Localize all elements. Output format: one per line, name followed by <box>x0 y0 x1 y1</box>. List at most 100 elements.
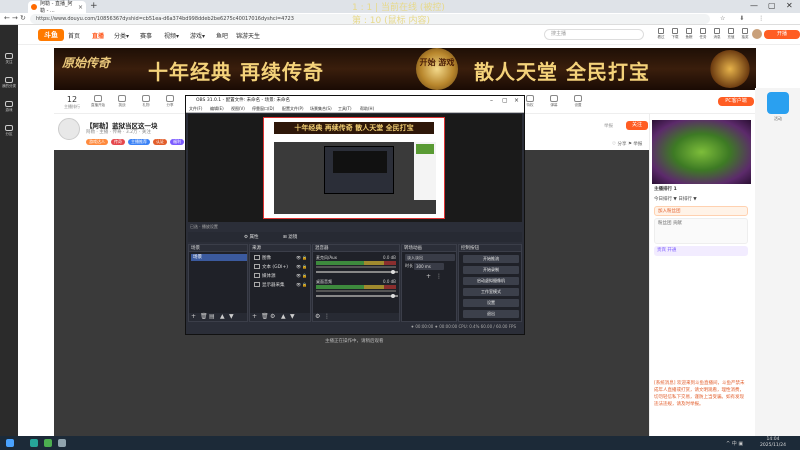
vip-card[interactable]: 贵宾 开通 <box>654 246 748 256</box>
properties-button[interactable]: ⚙ 属性 <box>244 234 258 240</box>
obs-control-button[interactable]: 退出 <box>463 310 519 318</box>
volume-knob[interactable] <box>391 270 395 274</box>
banner-start-emblem[interactable]: 开始 游戏 <box>416 48 458 90</box>
message-button[interactable]: 消息 <box>710 28 724 40</box>
obs-menu-item[interactable]: 场景集合(S) <box>310 106 332 112</box>
tab-close-icon[interactable]: × <box>78 4 83 11</box>
new-tab-button[interactable]: + <box>90 1 98 12</box>
obs-menu-item[interactable]: 工具(T) <box>338 106 352 112</box>
streamer-tag[interactable]: 游戏达人 <box>86 139 108 145</box>
delete-source-icon[interactable]: 🗑 <box>261 313 269 320</box>
scene-item[interactable]: 场景 <box>191 254 247 261</box>
share-report-links[interactable]: ♡ 分享 ⚑ 举报 <box>612 141 642 147</box>
room-tool-button[interactable]: 直播开始 <box>90 95 106 108</box>
obs-control-button[interactable]: 开始推流 <box>463 255 519 263</box>
nav-video[interactable]: 视频▾ <box>164 31 179 40</box>
sidebar-item-zones[interactable]: 分区 <box>2 125 16 137</box>
source-item[interactable]: 图像 <box>254 255 271 261</box>
obs-preview[interactable]: 十年经典 再续传奇 散人天堂 全民打宝 <box>188 114 522 222</box>
source-up-icon[interactable]: ▲ <box>281 313 286 320</box>
task-button[interactable]: 任务 <box>696 28 710 40</box>
source-item[interactable]: 媒体源 <box>254 273 276 279</box>
follow-button[interactable]: 关注 <box>626 121 648 130</box>
lottery-button[interactable]: 抽奖 <box>738 28 752 40</box>
filters-button[interactable]: ⊞ 滤镜 <box>283 234 297 240</box>
source-visibility-icon[interactable]: 👁 🔒 <box>296 264 307 269</box>
back-icon[interactable]: ← <box>4 14 10 22</box>
streamer-tag[interactable]: 认证 <box>153 139 167 145</box>
forward-icon[interactable]: → <box>12 14 18 22</box>
mixer-settings-icon[interactable]: ⚙ <box>315 313 320 320</box>
add-transition-icon[interactable]: + <box>426 273 431 280</box>
obs-menu-item[interactable]: 视图(V) <box>231 106 245 112</box>
nav-special[interactable]: 锦游天生 <box>236 31 260 40</box>
room-tool-button[interactable]: 挑战 <box>114 95 130 108</box>
streamer-tag[interactable]: 主播推荐 <box>128 139 150 145</box>
download-button[interactable]: 下载 <box>668 28 682 40</box>
add-source-icon[interactable]: + <box>252 313 257 320</box>
browser-tab[interactable]: 阿勒 - 直播_阿勒 - ... × <box>28 1 86 14</box>
obs-taskbar-icon[interactable] <box>58 439 66 447</box>
sidebar-item-games[interactable]: 游戏 <box>2 101 16 113</box>
pc-client-button[interactable]: PC客户端 <box>718 97 754 106</box>
history-button[interactable]: 看过 <box>654 28 668 40</box>
nav-fishbar[interactable]: 鱼吧 <box>216 31 228 40</box>
nav-events[interactable]: 赛事 <box>140 31 152 40</box>
streamer-tag[interactable]: 传奇 <box>111 139 125 145</box>
windows-start-icon[interactable] <box>6 439 14 447</box>
address-actions[interactable]: ☆ ⬇ ⋮ <box>720 15 770 22</box>
delete-scene-icon[interactable]: 🗑 <box>200 313 208 320</box>
obs-control-button[interactable]: 工作室模式 <box>463 288 519 296</box>
fans-card[interactable]: 加入粉丝团 <box>654 206 748 216</box>
obs-menu-item[interactable]: 停靠窗口(D) <box>252 106 274 112</box>
rank-counter[interactable]: 12 主播排行 <box>62 95 82 110</box>
rank-filter[interactable]: 今日排行 ▼ 日排行 ▼ <box>654 196 697 202</box>
source-visibility-icon[interactable]: 👁 🔒 <box>296 255 307 260</box>
sidebar-item-follow[interactable]: 关注 <box>2 53 16 65</box>
room-tool-button[interactable]: 分享 <box>162 95 178 108</box>
room-tool-button[interactable]: 礼物 <box>138 95 154 108</box>
source-item[interactable]: 文本 (GDI+) <box>254 264 288 270</box>
source-settings-icon[interactable]: ⚙ <box>270 313 275 320</box>
mixer-menu-icon[interactable]: ⋮ <box>324 313 330 320</box>
ad-banner[interactable]: 原始传奇 十年经典 再续传奇 开始 游戏 散人天堂 全民打宝 <box>54 48 756 90</box>
nav-home[interactable]: 首页 <box>68 31 80 40</box>
source-item[interactable]: 显示器采集 <box>254 282 285 288</box>
site-search-input[interactable]: 搜主播 <box>544 29 644 40</box>
streamer-tag[interactable]: 福利 <box>170 139 184 145</box>
source-visibility-icon[interactable]: 👁 🔒 <box>296 273 307 278</box>
event-icon[interactable] <box>767 92 789 114</box>
duration-input[interactable]: 300 ms <box>414 263 444 270</box>
obs-control-button[interactable]: 开始录制 <box>463 266 519 274</box>
sidebar-item-category[interactable]: 我的分类 <box>2 77 16 89</box>
nav-live[interactable]: 直播 <box>92 31 104 40</box>
obs-menu-item[interactable]: 文件(F) <box>189 106 202 112</box>
room-tool-button[interactable]: 弹幕 <box>546 95 562 108</box>
volume-slider[interactable] <box>316 271 398 273</box>
site-logo[interactable]: 斗鱼 <box>38 29 64 41</box>
promo-video[interactable] <box>652 120 751 184</box>
nav-games[interactable]: 游戏▾ <box>190 31 205 40</box>
fishfood-button[interactable]: 鱼粮 <box>682 28 696 40</box>
open-live-button[interactable]: 开播 <box>764 30 800 39</box>
nav-category[interactable]: 分类▾ <box>114 31 129 40</box>
user-avatar[interactable] <box>752 29 762 39</box>
recharge-button[interactable]: 充值 <box>724 28 738 40</box>
move-down-icon[interactable]: ▼ <box>229 313 234 320</box>
close-window-icon[interactable]: ✕ <box>786 1 793 10</box>
obs-control-button[interactable]: 启动虚拟摄像机 <box>463 277 519 285</box>
volume-knob[interactable] <box>391 294 395 298</box>
move-up-icon[interactable]: ▲ <box>220 313 225 320</box>
maximize-icon[interactable]: ▢ <box>768 1 776 10</box>
minimize-icon[interactable]: — <box>750 1 758 10</box>
room-tool-button[interactable]: 设置 <box>570 95 586 108</box>
streamer-avatar[interactable] <box>58 118 80 140</box>
report-link[interactable]: 举报 <box>604 123 613 129</box>
source-down-icon[interactable]: ▼ <box>290 313 295 320</box>
taskbar-app-icon[interactable] <box>30 439 38 447</box>
obs-menu-item[interactable]: 帮助(H) <box>360 106 374 112</box>
scene-settings-icon[interactable]: ▤ <box>209 313 215 320</box>
reload-icon[interactable]: ↻ <box>20 14 26 22</box>
transition-menu-icon[interactable]: ⋮ <box>436 273 442 280</box>
transition-select[interactable]: 淡入淡出 <box>405 254 455 261</box>
